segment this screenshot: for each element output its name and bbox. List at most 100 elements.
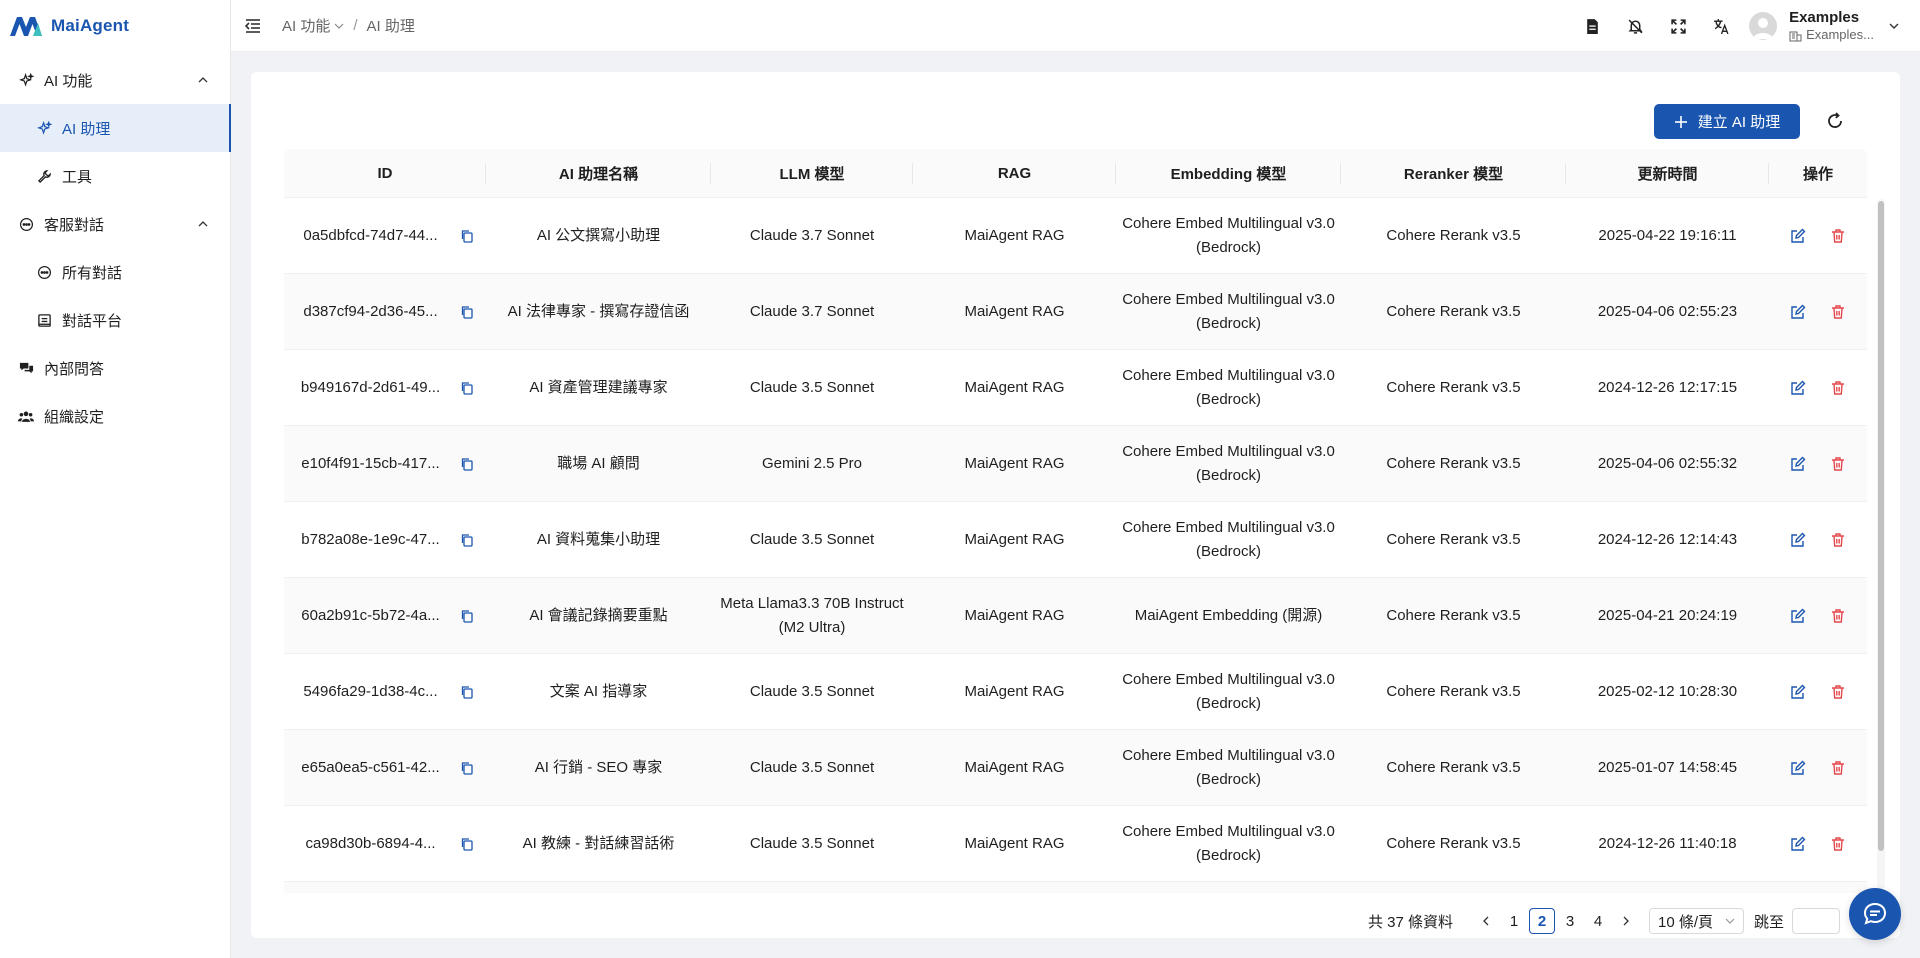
next-page-button[interactable] [1613, 908, 1639, 934]
cell-updated: 2024-12-26 11:40:18 [1598, 834, 1737, 852]
wrench-icon [36, 168, 52, 184]
delete-icon[interactable] [1830, 456, 1846, 472]
cell-name[interactable]: AI 會議記錄摘要重點 [486, 578, 711, 653]
page-4-button[interactable]: 4 [1585, 908, 1611, 934]
delete-icon[interactable] [1830, 608, 1846, 624]
edit-icon[interactable] [1790, 608, 1806, 624]
delete-icon[interactable] [1830, 532, 1846, 548]
cell-id: e65a0ea5-c561-42... [284, 730, 486, 805]
cell-id: b949167d-2d61-49... [284, 350, 486, 425]
cell-name[interactable]: AI 行銷 - SEO 專家 [486, 730, 711, 805]
cell-llm: Claude 3.5 Sonnet [749, 758, 875, 776]
jump-page-input[interactable] [1792, 908, 1840, 934]
create-ai-assistant-button[interactable]: 建立 AI 助理 [1654, 104, 1800, 139]
cell-reranker: Cohere Rerank v3.5 [1386, 834, 1521, 852]
cell-embedding: Cohere Embed Multilingual v3.0 (Bedrock) [1122, 822, 1335, 864]
sidebar-group-3[interactable]: 組織設定 [0, 392, 230, 440]
delete-icon[interactable] [1830, 304, 1846, 320]
prev-page-button[interactable] [1473, 908, 1499, 934]
sidebar-group-2[interactable]: 內部問答 [0, 344, 230, 392]
copy-icon[interactable] [460, 381, 474, 395]
copy-icon[interactable] [460, 761, 474, 775]
page-2-button[interactable]: 2 [1528, 908, 1555, 934]
fullscreen-button[interactable] [1657, 0, 1700, 52]
delete-icon[interactable] [1830, 836, 1846, 852]
cell-embedding: Cohere Embed Multilingual v3.0 (Bedrock) [1122, 290, 1335, 332]
cell-id: d387cf94-2d36-45... [284, 274, 486, 349]
delete-icon[interactable] [1830, 380, 1846, 396]
cell-name[interactable]: AI 法律專家 - 撰寫存證信函 [486, 274, 711, 349]
user-avatar-icon [1753, 17, 1774, 39]
plus-icon [1674, 115, 1687, 128]
logo[interactable]: MaiAgent [0, 0, 230, 52]
table-row: e10f4f91-15cb-417... 職場 AI 顧問 Gemini 2.5 P… [284, 426, 1867, 502]
sidebar-item-0-1[interactable]: 工具 [0, 152, 230, 200]
menu-fold-icon[interactable] [244, 17, 262, 35]
assistant-id: 0a5dbfcd-74d7-44... [303, 226, 438, 244]
cell-embedding: MaiAgent Embedding (開源) [1134, 606, 1323, 624]
cell-updated: 2024-12-26 12:14:43 [1597, 530, 1738, 548]
edit-icon[interactable] [1790, 684, 1806, 700]
edit-icon[interactable] [1790, 304, 1806, 320]
copy-icon[interactable] [460, 305, 474, 319]
table-row: b782a08e-1e9c-47... AI 資料蒐集小助理 Claude 3.5 … [284, 502, 1867, 578]
pagination: 共 37 條資料 1234 10 條/頁 跳至 [251, 906, 1900, 936]
table-row: 5496fa29-1d38-4c... 文案 AI 指導家 Claude 3.5 S… [284, 654, 1867, 730]
column-header-llm: LLM 模型 [711, 149, 913, 197]
sidebar-group-label: AI 功能 [44, 72, 93, 90]
user-menu[interactable]: Examples Examples... [1749, 9, 1920, 43]
table-scrollbar[interactable] [1877, 199, 1885, 889]
chat-support-button[interactable] [1849, 888, 1901, 940]
maiagent-logo-icon [10, 17, 42, 36]
sidebar-group-1[interactable]: 客服對話 [0, 200, 230, 248]
sidebar-group-label: 客服對話 [44, 216, 105, 234]
edit-icon[interactable] [1790, 836, 1806, 852]
copy-icon[interactable] [460, 229, 474, 243]
chevron-down-icon[interactable] [334, 21, 344, 31]
cell-updated: 2024-12-26 12:17:15 [1597, 378, 1738, 396]
copy-icon[interactable] [460, 533, 474, 547]
cell-id: 0a5dbfcd-74d7-44... [284, 198, 486, 273]
team-icon [18, 408, 34, 424]
delete-icon[interactable] [1830, 228, 1846, 244]
refresh-button[interactable] [1822, 108, 1848, 134]
page-1-button[interactable]: 1 [1501, 908, 1527, 934]
sidebar-group-0[interactable]: AI 功能 [0, 56, 230, 104]
notifications-button[interactable] [1614, 0, 1657, 52]
breadcrumb-item-ai-features[interactable]: AI 功能 [282, 15, 330, 36]
page-size-select[interactable]: 10 條/頁 [1648, 908, 1744, 934]
copy-icon[interactable] [460, 685, 474, 699]
sidebar-item-0-0[interactable]: AI 助理 [0, 104, 231, 152]
cell-ops [1769, 426, 1867, 501]
cell-updated: 2025-04-06 02:55:32 [1597, 454, 1738, 472]
sidebar-item-1-0[interactable]: 所有對話 [0, 248, 230, 296]
docs-button[interactable] [1571, 0, 1614, 52]
scrollbar-thumb[interactable] [1878, 201, 1884, 851]
edit-icon[interactable] [1790, 380, 1806, 396]
copy-icon[interactable] [460, 609, 474, 623]
chevron-down-icon [1725, 918, 1735, 924]
cell-name[interactable]: AI 資產管理建議專家 [486, 350, 711, 425]
copy-icon[interactable] [460, 837, 474, 851]
edit-icon[interactable] [1790, 456, 1806, 472]
cell-name[interactable]: AI 教練 - 對話練習話術 [486, 806, 711, 881]
cell-name[interactable]: 職場 AI 顧問 [486, 426, 711, 501]
edit-icon[interactable] [1790, 532, 1806, 548]
cell-embedding: Cohere Embed Multilingual v3.0 (Bedrock) [1122, 366, 1335, 408]
cell-reranker: Cohere Rerank v3.5 [1386, 454, 1521, 472]
cell-name[interactable]: AI 資料蒐集小助理 [486, 502, 711, 577]
delete-icon[interactable] [1830, 760, 1846, 776]
cell-reranker: Cohere Rerank v3.5 [1386, 226, 1521, 244]
language-button[interactable] [1700, 0, 1743, 52]
cell-embedding: Cohere Embed Multilingual v3.0 (Bedrock) [1122, 442, 1335, 484]
edit-icon[interactable] [1790, 760, 1806, 776]
sidebar-item-1-1[interactable]: 對話平台 [0, 296, 230, 344]
page-3-button[interactable]: 3 [1557, 908, 1583, 934]
delete-icon[interactable] [1830, 684, 1846, 700]
cell-name[interactable]: AI 公文撰寫小助理 [486, 198, 711, 273]
cell-name[interactable]: 文案 AI 指導家 [486, 654, 711, 729]
copy-icon[interactable] [460, 457, 474, 471]
refresh-icon [1828, 112, 1842, 128]
table-row-partial [284, 882, 1867, 893]
edit-icon[interactable] [1790, 228, 1806, 244]
